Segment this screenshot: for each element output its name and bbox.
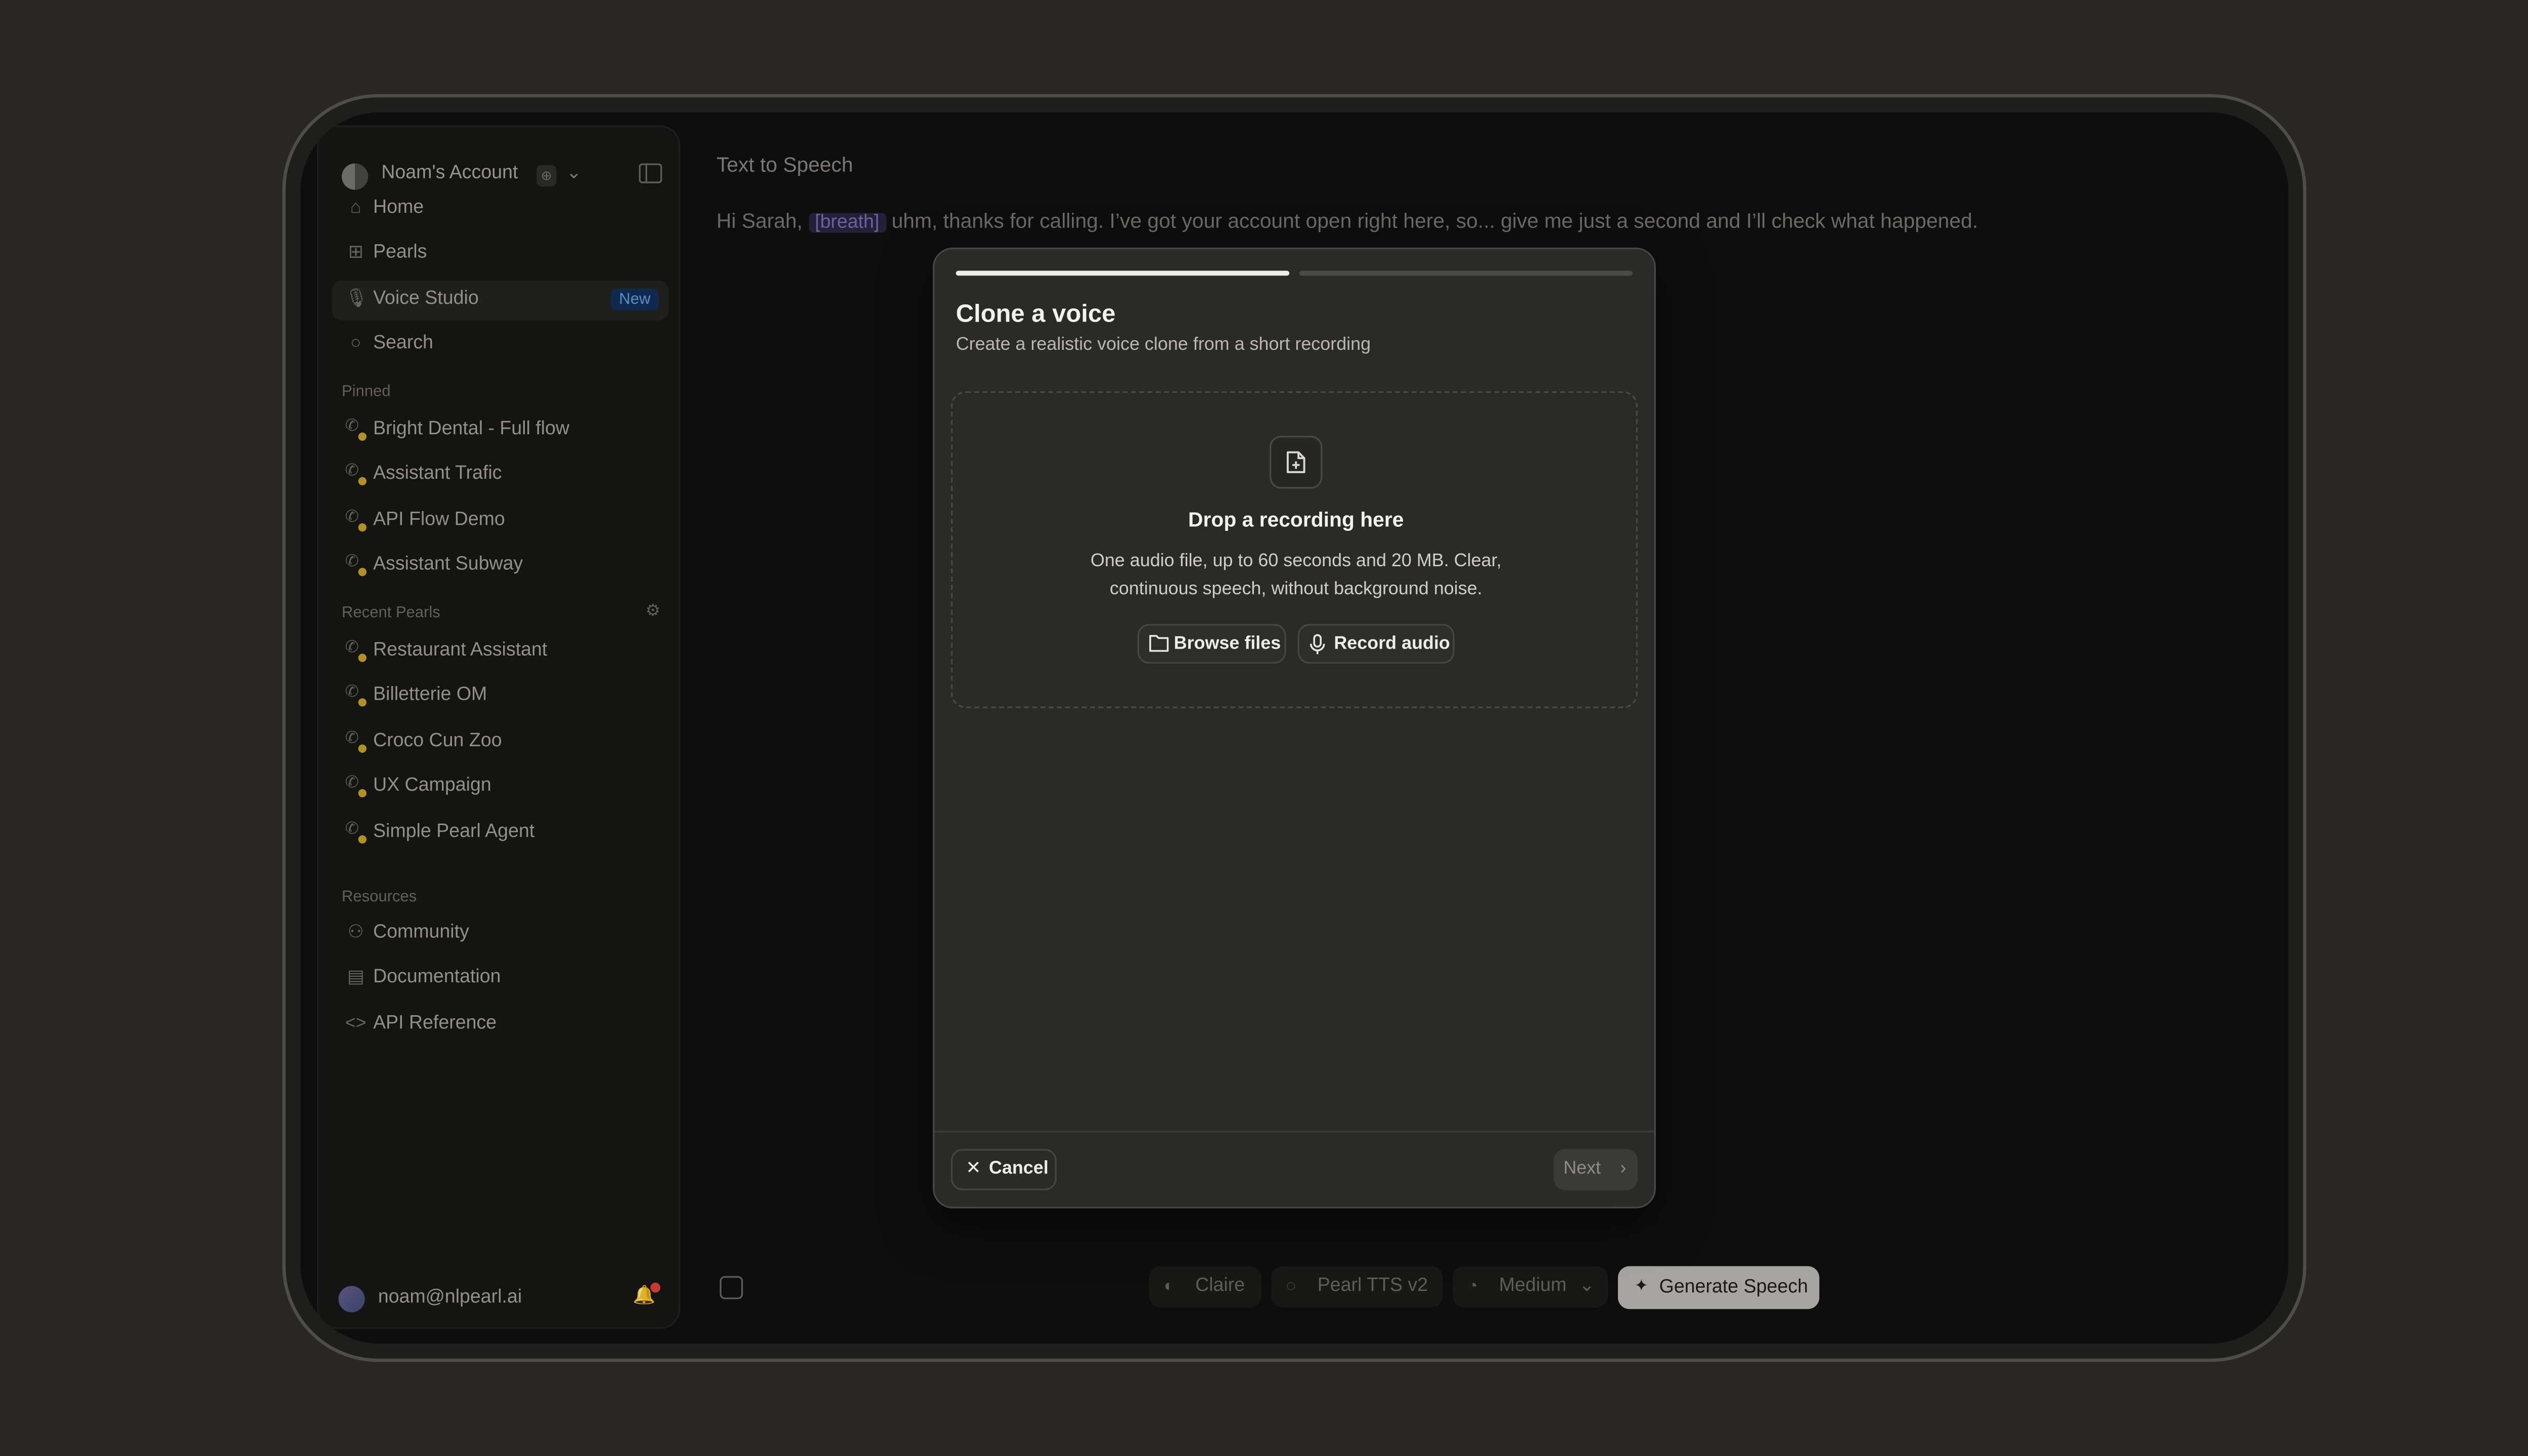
browse-files-label: Browse files [1173,633,1281,654]
folder-icon [1149,634,1169,652]
close-icon: ✕ [966,1159,981,1179]
browse-files-button[interactable]: Browse files [1137,624,1286,664]
dropzone-description: One audio file, up to 60 seconds and 20 … [1090,551,1502,600]
record-audio-label: Record audio [1334,633,1450,654]
dialog-footer-divider [934,1130,1654,1132]
dialog-title: Clone a voice [956,300,1116,329]
dialog-subtitle: Create a realistic voice clone from a sh… [956,335,1371,355]
recording-dropzone[interactable]: Drop a recording here One audio file, up… [951,391,1638,708]
next-label: Next [1563,1159,1601,1179]
cancel-button[interactable]: ✕ Cancel [951,1149,1057,1191]
clone-voice-dialog: Clone a voice Create a realistic voice c… [932,247,1656,1209]
file-upload-icon [1270,436,1323,489]
dropzone-title: Drop a recording here [1188,508,1404,532]
next-button[interactable]: Next › [1553,1149,1638,1191]
cancel-label: Cancel [988,1159,1049,1179]
progress-step-1 [956,270,1290,276]
mic-icon [1310,634,1325,655]
record-audio-button[interactable]: Record audio [1297,624,1455,664]
chevron-right-icon: › [1620,1159,1627,1179]
progress-step-2 [1299,270,1633,276]
